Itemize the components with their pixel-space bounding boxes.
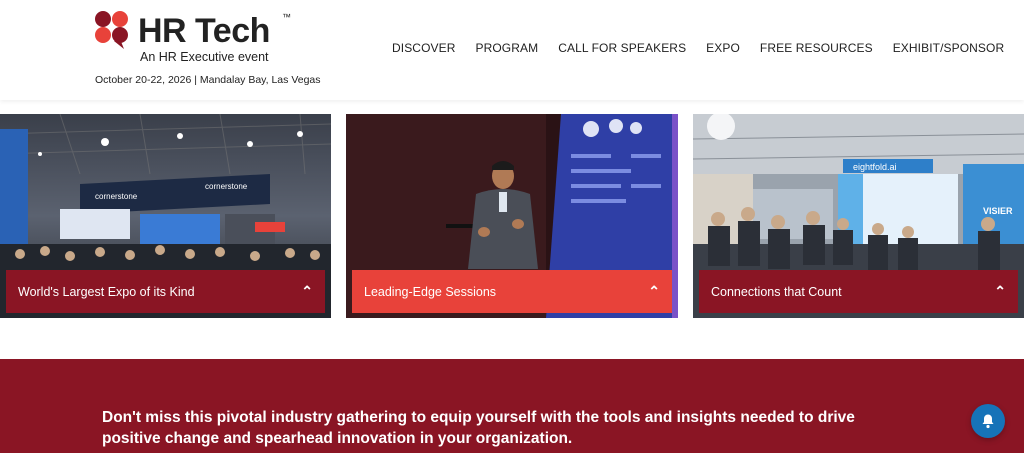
site-header: HR Tech ™ An HR Executive event October …	[0, 0, 1024, 100]
nav-item-discover[interactable]: DISCOVER	[392, 41, 455, 57]
notification-button[interactable]	[971, 404, 1005, 438]
trademark-symbol: ™	[282, 12, 291, 22]
event-date: October 20-22, 2026 | Mandalay Bay, Las …	[95, 74, 321, 86]
photo-sign-cornerstone-1: cornerstone	[95, 192, 138, 201]
nav-item-program[interactable]: PROGRAM	[475, 41, 538, 57]
photo-sign-cornerstone-2: cornerstone	[205, 182, 248, 191]
expo-card-label: World's Largest Expo of its Kind	[18, 284, 195, 299]
photo-sign-visier: VISIER	[983, 206, 1013, 216]
connections-card-bar[interactable]: Connections that Count ⌃	[699, 270, 1018, 313]
logo-subtitle: An HR Executive event	[140, 50, 269, 64]
expo-card-bar[interactable]: World's Largest Expo of its Kind ⌃	[6, 270, 325, 313]
sessions-card-label: Leading-Edge Sessions	[364, 284, 497, 299]
nav-item-free-resources[interactable]: FREE RESOURCES	[760, 41, 873, 57]
nav-item-call-for-speakers[interactable]: CALL FOR SPEAKERS	[558, 41, 686, 57]
hr-tech-logo[interactable]: HR Tech ™ An HR Executive event	[94, 8, 324, 68]
logo-title: HR Tech	[138, 12, 270, 50]
chevron-up-icon[interactable]: ⌃	[301, 283, 313, 300]
expo-card[interactable]: cornerstone cornerstone World's Largest …	[0, 114, 331, 318]
intro-banner: Don't miss this pivotal industry gatheri…	[0, 359, 1024, 453]
bell-icon	[982, 414, 994, 429]
nav-item-exhibit-sponsor[interactable]: EXHIBIT/SPONSOR	[893, 41, 1005, 57]
sessions-card[interactable]: Leading-Edge Sessions ⌃	[346, 114, 678, 318]
nav-item-expo[interactable]: EXPO	[706, 41, 740, 57]
connections-card-label: Connections that Count	[711, 284, 842, 299]
photo-sign-eightfold: eightfold.ai	[853, 162, 897, 172]
intro-text: Don't miss this pivotal industry gatheri…	[102, 409, 855, 447]
chevron-up-icon[interactable]: ⌃	[648, 283, 660, 300]
main-nav: DISCOVER PROGRAM CALL FOR SPEAKERS EXPO …	[392, 41, 1024, 57]
logo-mark-icon	[95, 11, 128, 49]
sessions-card-bar[interactable]: Leading-Edge Sessions ⌃	[352, 270, 672, 313]
connections-card[interactable]: eightfold.ai VISIER Connections that Cou…	[693, 114, 1024, 318]
chevron-up-icon[interactable]: ⌃	[994, 283, 1006, 300]
